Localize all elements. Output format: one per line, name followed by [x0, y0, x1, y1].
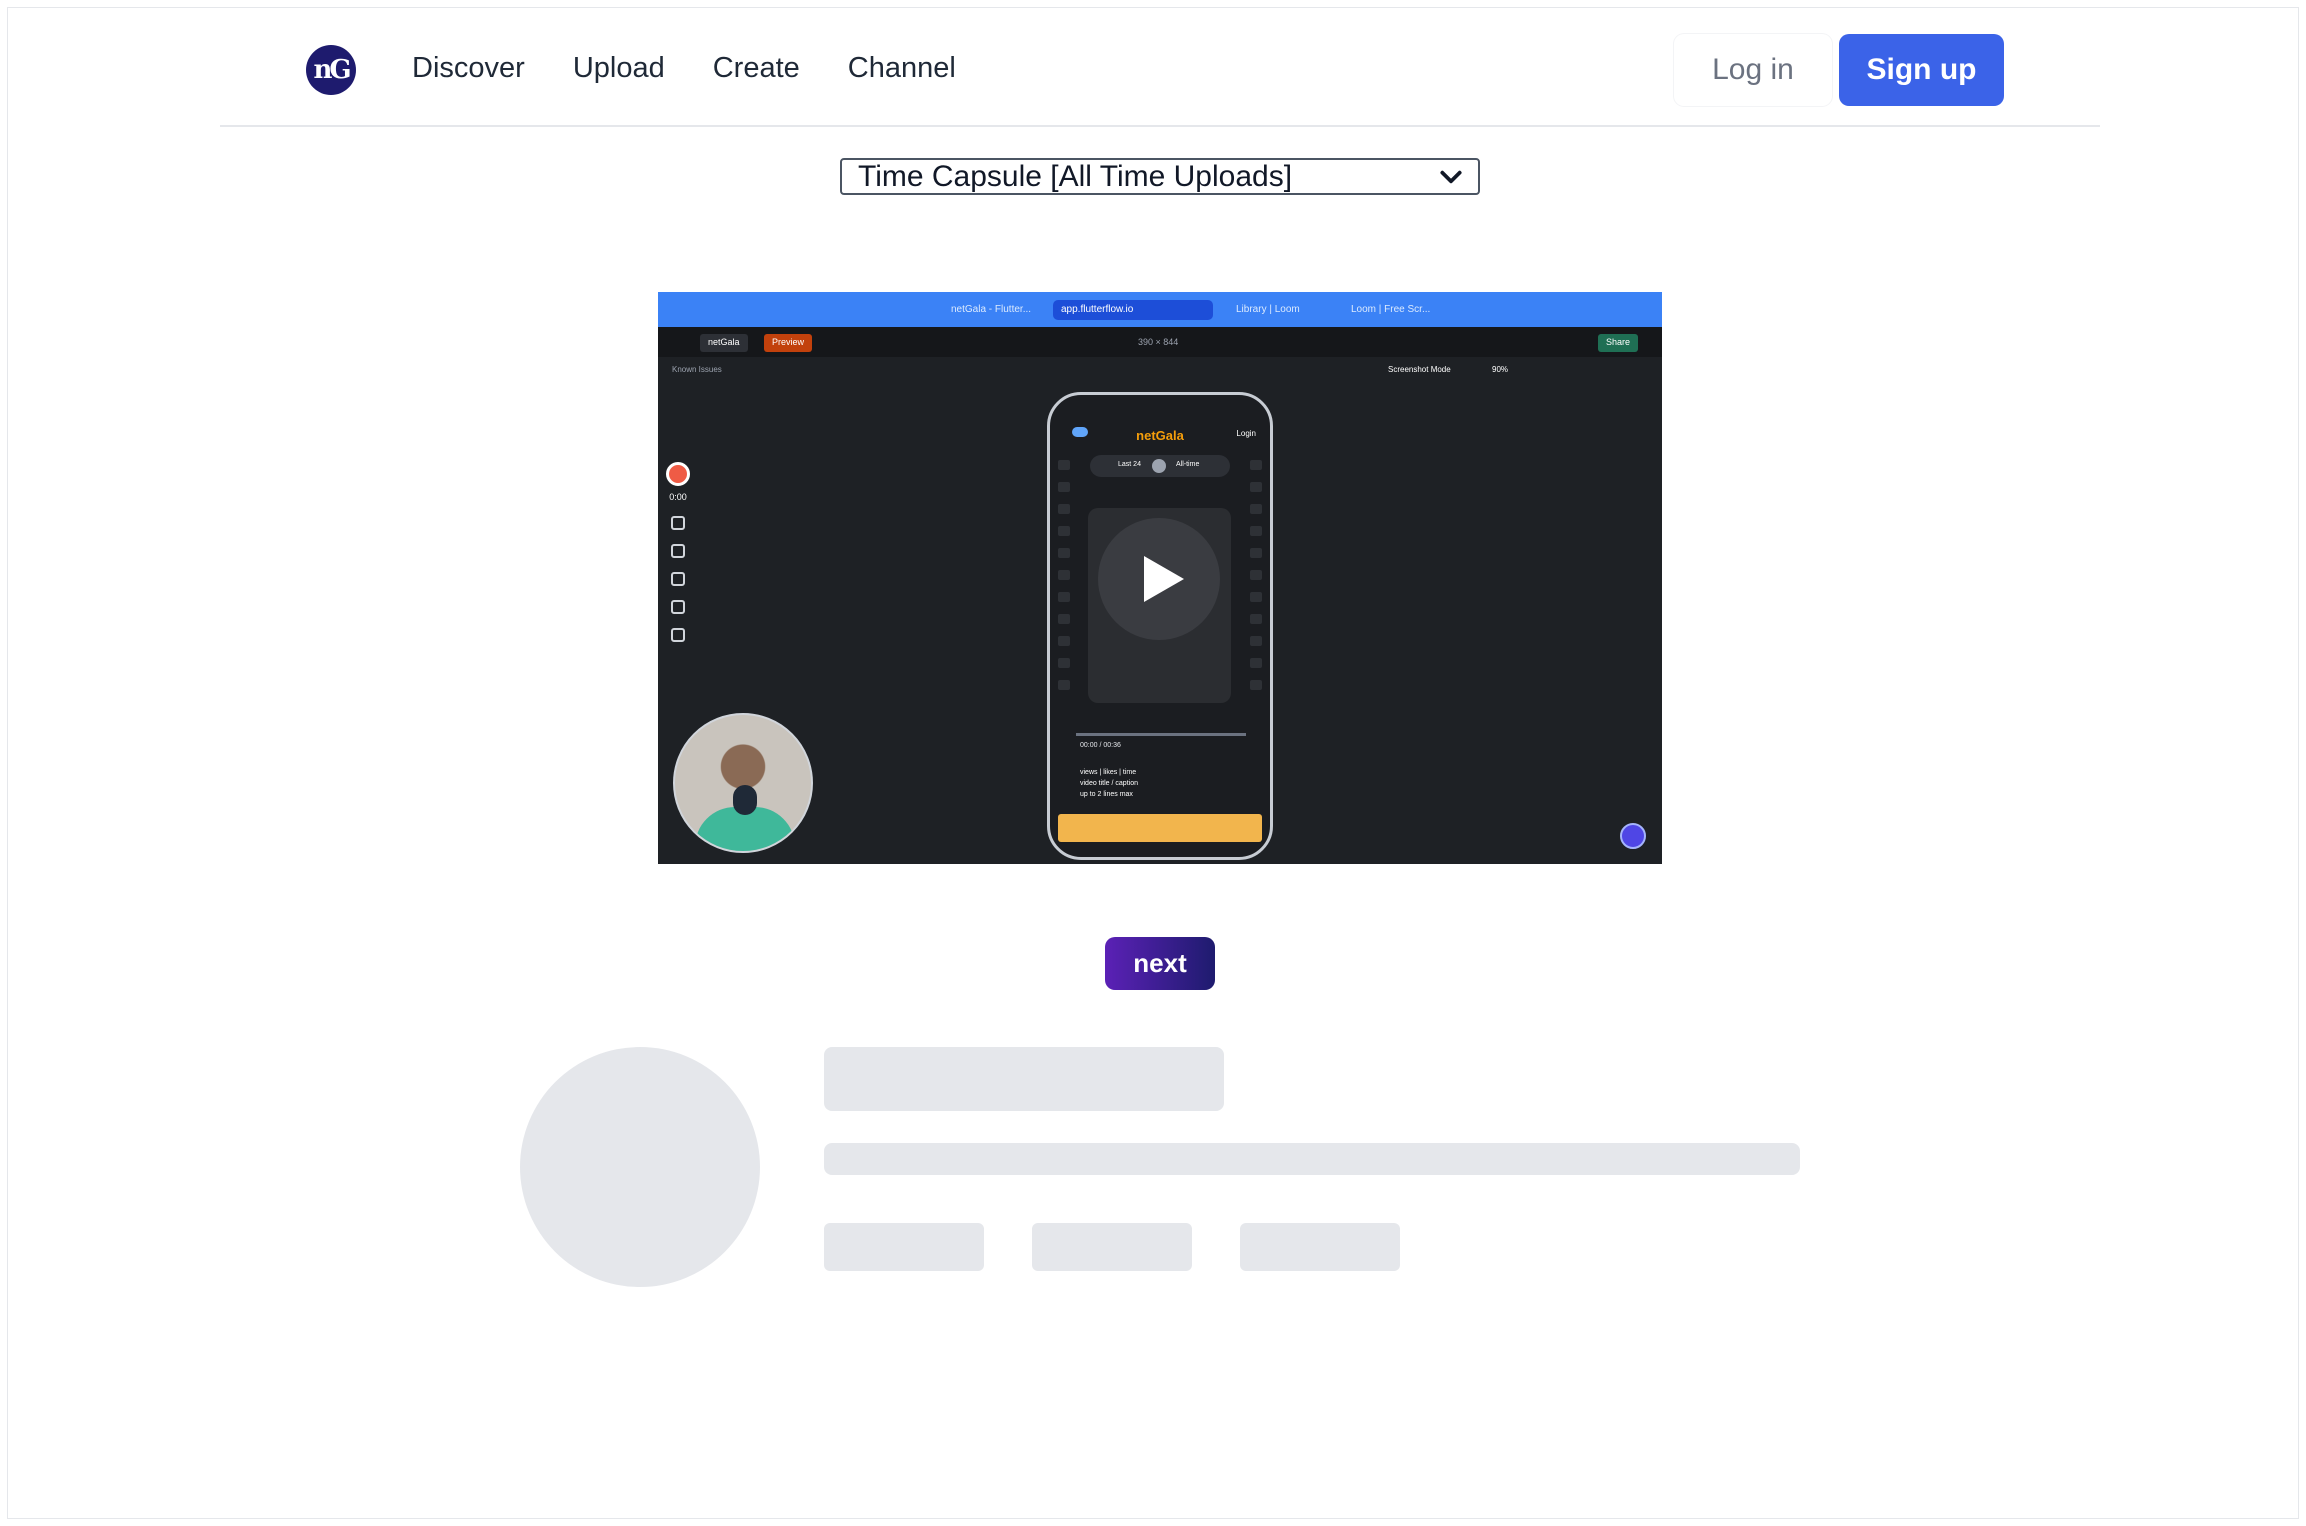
film-strip-right: [1250, 460, 1262, 710]
next-button[interactable]: next: [1105, 937, 1215, 990]
signup-button[interactable]: Sign up: [1839, 34, 2004, 106]
skeleton-line: [824, 1143, 1800, 1175]
pen-icon: [671, 600, 685, 614]
recorded-size-label: 390 × 844: [1138, 337, 1179, 347]
phone-login: Login: [1236, 429, 1256, 438]
film-strip-left: [1058, 460, 1070, 710]
recorded-preview-chip: Preview: [764, 334, 813, 352]
record-time: 0:00: [669, 492, 687, 502]
login-button[interactable]: Log in: [1674, 34, 1832, 106]
pause-icon: [671, 516, 685, 530]
skeleton-button: [824, 1223, 984, 1271]
webcam-bubble: [673, 713, 813, 853]
nav-link-upload[interactable]: Upload: [573, 52, 665, 85]
toggle-left-label: Last 24: [1118, 461, 1141, 468]
time-filter-select[interactable]: Time Capsule [All Time Uploads]: [840, 158, 1480, 195]
toggle-right-label: All-time: [1176, 461, 1200, 468]
recorded-sub-bar: Known Issues Screenshot Mode 90%: [658, 357, 1662, 383]
restart-icon: [671, 544, 685, 558]
phone-video-time: 00:00 / 00:36: [1080, 742, 1121, 749]
nav-link-create[interactable]: Create: [713, 52, 800, 85]
nav-link-discover[interactable]: Discover: [412, 52, 525, 85]
recorded-share-chip: Share: [1598, 334, 1639, 352]
phone-meta-line: views | likes | time: [1080, 769, 1137, 776]
play-button: [1098, 518, 1220, 640]
skeleton-title: [824, 1047, 1224, 1111]
recorded-browser-bar: netGala - Flutter... app.flutterflow.io …: [658, 292, 1662, 327]
recording-toolbar: 0:00: [664, 462, 692, 672]
video-player[interactable]: netGala - Flutter... app.flutterflow.io …: [658, 292, 1662, 864]
microphone-icon: [733, 785, 757, 815]
toggle-knob: [1152, 459, 1166, 473]
recorded-tab: Loom | Free Scr...: [1351, 304, 1431, 315]
play-icon: [1144, 556, 1184, 602]
recorded-zoom: 90%: [1492, 365, 1509, 374]
recorded-tab: Library | Loom: [1236, 304, 1300, 315]
recorded-tab-active: app.flutterflow.io: [1053, 300, 1213, 320]
top-nav: nG Discover Upload Create Channel Log in…: [220, 8, 2100, 127]
search-icon: [1620, 823, 1646, 849]
phone-caption-1: video title / caption: [1080, 780, 1138, 787]
trash-icon: [671, 572, 685, 586]
phone-progress-bar: [1076, 733, 1246, 736]
logo[interactable]: nG: [306, 45, 356, 95]
skeleton-button: [1240, 1223, 1400, 1271]
chevron-down-icon: [1440, 170, 1462, 184]
phone-tab-bar: [1058, 814, 1262, 842]
stop-record-icon: [666, 462, 690, 486]
page-frame: nG Discover Upload Create Channel Log in…: [7, 7, 2299, 1519]
phone-video-area: [1088, 508, 1231, 703]
recorded-project-chip: netGala: [700, 334, 748, 352]
recorded-known-issues: Known Issues: [672, 365, 722, 374]
recorded-tab: netGala - Flutter...: [951, 304, 1032, 315]
phone-toggle: Last 24 All-time: [1090, 455, 1230, 477]
effects-icon: [671, 628, 685, 642]
phone-meta: views | likes | time video title / capti…: [1080, 767, 1138, 800]
time-filter-value: Time Capsule [All Time Uploads]: [858, 159, 1293, 193]
nav-link-channel[interactable]: Channel: [848, 52, 956, 85]
skeleton-avatar: [520, 1047, 760, 1287]
phone-mockup: netGala Login Last 24 All-time 00:00 / 0…: [1047, 392, 1273, 860]
nav-links: Discover Upload Create Channel: [412, 52, 956, 85]
recorded-screenshot-mode: Screenshot Mode: [1388, 365, 1451, 374]
phone-caption-2: up to 2 lines max: [1080, 791, 1133, 798]
skeleton-button: [1032, 1223, 1192, 1271]
